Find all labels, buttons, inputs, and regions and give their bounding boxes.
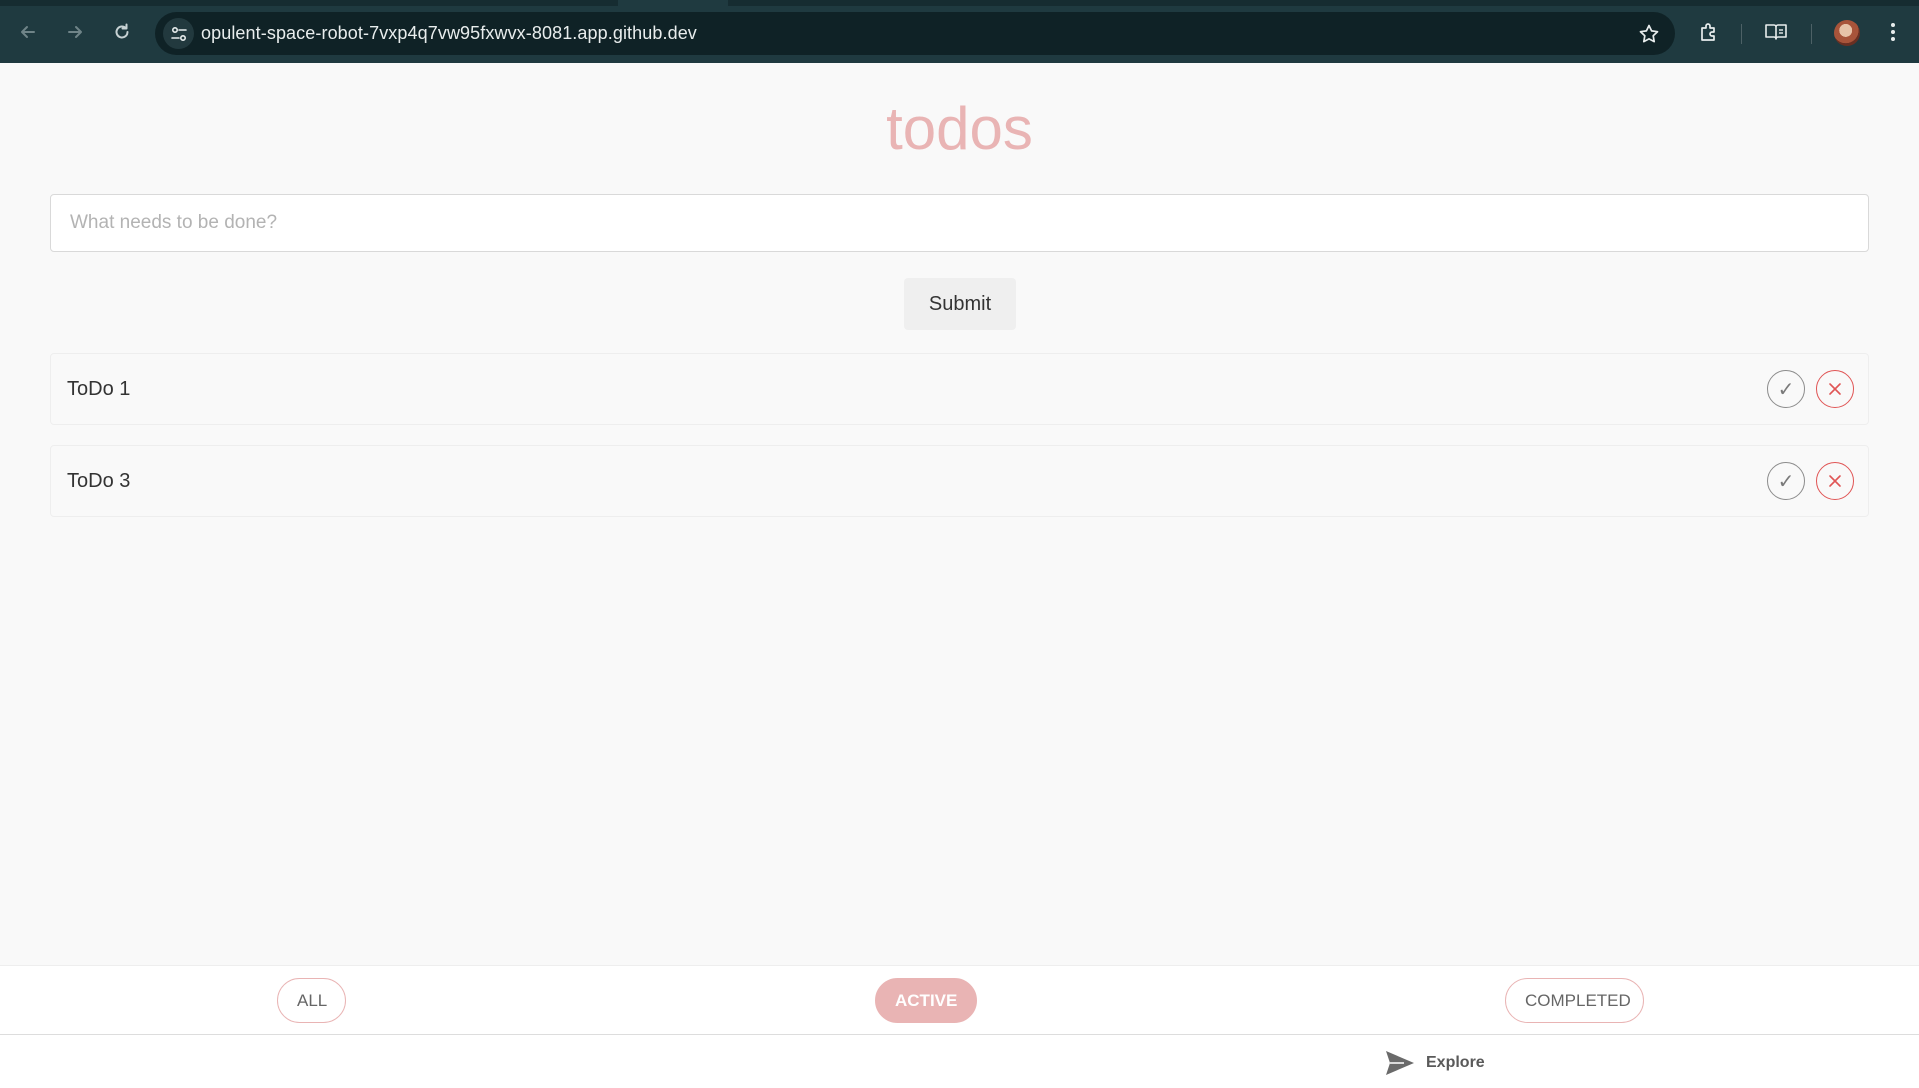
complete-todo-button[interactable]: ✓ [1767, 462, 1805, 500]
filter-completed-button[interactable]: COMPLETED [1505, 978, 1644, 1023]
browser-toolbar: opulent-space-robot-7vxp4q7vw95fxwvx-808… [0, 0, 1919, 63]
url-text[interactable]: opulent-space-robot-7vxp4q7vw95fxwvx-808… [201, 23, 697, 44]
forward-icon[interactable] [60, 17, 90, 47]
bottom-strip: Explore [0, 1035, 1919, 1088]
delete-todo-button[interactable] [1816, 462, 1854, 500]
submit-button[interactable]: Submit [904, 278, 1016, 330]
explore-link[interactable]: Explore [1384, 1049, 1485, 1077]
close-icon [1829, 383, 1841, 395]
profile-avatar[interactable] [1834, 20, 1860, 46]
extensions-icon[interactable] [1694, 17, 1724, 47]
check-icon: ✓ [1777, 469, 1795, 493]
new-todo-input[interactable] [50, 194, 1869, 252]
todo-text: ToDo 1 [67, 378, 131, 400]
site-info-icon[interactable] [163, 18, 194, 49]
send-icon [1386, 1051, 1414, 1075]
close-icon [1829, 475, 1841, 487]
page-title: todos [886, 95, 1033, 162]
toolbar-divider [1741, 24, 1742, 44]
filter-active-button[interactable]: ACTIVE [875, 978, 977, 1023]
active-tab-edge[interactable] [618, 0, 728, 6]
todo-list: ToDo 1 ✓ ToDo 3 ✓ [50, 353, 1869, 537]
check-icon: ✓ [1777, 377, 1795, 401]
back-icon[interactable] [13, 17, 43, 47]
more-menu-icon[interactable] [1878, 17, 1908, 47]
todo-item: ToDo 1 ✓ [50, 353, 1869, 425]
todo-app: todos Submit ToDo 1 ✓ ToDo 3 ✓ [0, 63, 1919, 965]
todo-item: ToDo 3 ✓ [50, 445, 1869, 517]
toolbar-divider [1811, 24, 1812, 44]
tab-strip [0, 0, 1919, 6]
bookmark-star-icon[interactable] [1637, 22, 1661, 46]
filter-all-button[interactable]: ALL [277, 978, 346, 1023]
todo-text: ToDo 3 [67, 470, 131, 492]
explore-label: Explore [1426, 1054, 1485, 1071]
filter-bar: ALL ACTIVE COMPLETED [0, 965, 1919, 1035]
reload-icon[interactable] [107, 17, 137, 47]
complete-todo-button[interactable]: ✓ [1767, 370, 1805, 408]
address-bar[interactable]: opulent-space-robot-7vxp4q7vw95fxwvx-808… [155, 12, 1675, 55]
delete-todo-button[interactable] [1816, 370, 1854, 408]
reading-mode-icon[interactable] [1761, 17, 1791, 47]
